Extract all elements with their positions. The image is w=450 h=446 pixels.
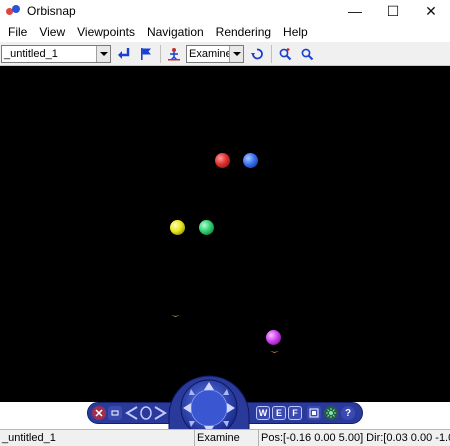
window-title: Orbisnap bbox=[27, 4, 76, 18]
magenta-sphere bbox=[266, 330, 281, 345]
menu-rendering[interactable]: Rendering bbox=[210, 25, 277, 39]
close-panel-button[interactable] bbox=[92, 406, 106, 420]
world-select-value: _untitled_1 bbox=[4, 47, 58, 60]
blue-sphere bbox=[243, 153, 258, 168]
slide-left-right-icon[interactable] bbox=[125, 405, 167, 421]
world-select[interactable]: _untitled_1 bbox=[1, 44, 111, 63]
zoom-fit-icon[interactable] bbox=[298, 45, 316, 63]
menu-navigation[interactable]: Navigation bbox=[141, 25, 210, 39]
small-insect-icon bbox=[270, 351, 279, 353]
fly-mode-button[interactable]: F bbox=[288, 406, 302, 420]
status-position: Pos:[-0.16 0.00 5.00] Dir:[0.03 0.00 -1.… bbox=[261, 432, 450, 444]
walk-mode-button[interactable]: W bbox=[256, 406, 270, 420]
green-sphere bbox=[199, 220, 214, 235]
straighten-view-icon[interactable] bbox=[307, 406, 321, 420]
headlight-icon[interactable] bbox=[324, 406, 338, 420]
status-mode: Examine bbox=[195, 429, 259, 446]
menu-viewpoints[interactable]: Viewpoints bbox=[71, 25, 141, 39]
close-button[interactable]: ✕ bbox=[412, 0, 450, 22]
orbisnap-logo-icon bbox=[5, 3, 21, 19]
navigation-person-icon[interactable] bbox=[165, 45, 183, 63]
toolbar: _untitled_1 Examine bbox=[0, 42, 450, 66]
title-bar: Orbisnap — ☐ ✕ bbox=[0, 0, 450, 22]
scene-viewport[interactable] bbox=[0, 66, 450, 402]
return-arrow-icon[interactable] bbox=[115, 45, 133, 63]
status-world: _untitled_1 bbox=[0, 429, 195, 446]
orbisnap-window: Orbisnap — ☐ ✕ File View Viewpoints Navi… bbox=[0, 0, 450, 446]
mode-select[interactable]: Examine bbox=[186, 44, 244, 63]
mode-select-value: Examine bbox=[189, 47, 229, 60]
menu-bar: File View Viewpoints Navigation Renderin… bbox=[0, 22, 450, 42]
menu-file[interactable]: File bbox=[2, 25, 33, 39]
examine-mode-button[interactable]: E bbox=[272, 406, 286, 420]
maximize-button[interactable]: ☐ bbox=[374, 0, 412, 22]
status-bar: _untitled_1 Examine Pos:[-0.16 0.00 5.00… bbox=[0, 429, 450, 446]
menu-help[interactable]: Help bbox=[277, 25, 314, 39]
yellow-sphere bbox=[170, 220, 185, 235]
minimize-button[interactable]: — bbox=[336, 0, 374, 22]
undo-rotate-icon[interactable] bbox=[248, 45, 266, 63]
chevron-down-icon[interactable] bbox=[229, 45, 243, 62]
zoom-in-icon[interactable] bbox=[276, 45, 294, 63]
minimize-panel-icon[interactable] bbox=[108, 406, 122, 420]
toolbar-separator bbox=[160, 44, 161, 63]
red-sphere bbox=[215, 153, 230, 168]
small-insect-icon bbox=[171, 315, 180, 317]
toolbar-separator bbox=[271, 44, 272, 63]
chevron-down-icon[interactable] bbox=[96, 45, 110, 62]
menu-view[interactable]: View bbox=[33, 25, 71, 39]
help-button[interactable]: ? bbox=[341, 406, 355, 420]
flag-icon[interactable] bbox=[137, 45, 155, 63]
